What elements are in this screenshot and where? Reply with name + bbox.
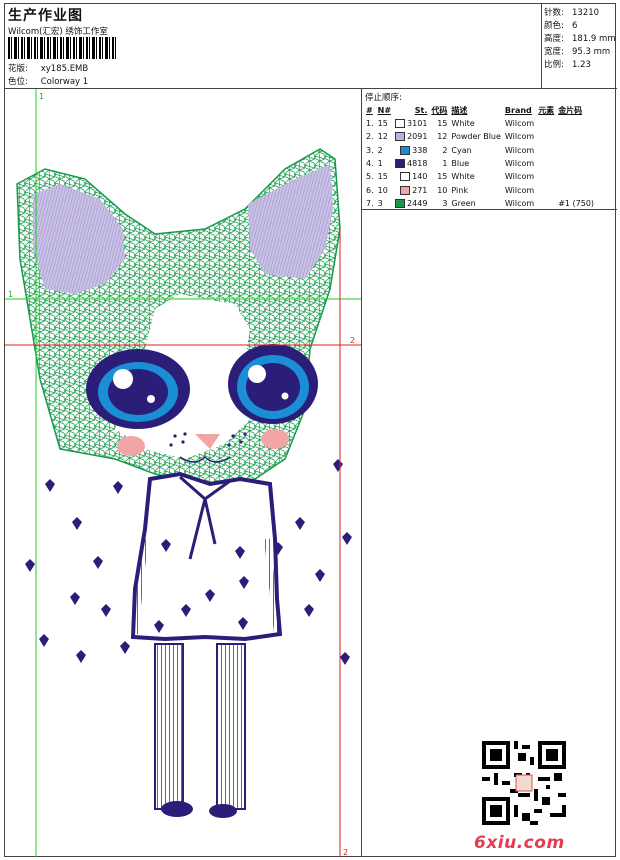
colorway-label: 色位: xyxy=(8,77,28,87)
row-index: 4. xyxy=(366,159,374,169)
row-index: 2. xyxy=(366,132,374,142)
left-leg xyxy=(154,643,184,810)
design-name: xy185.EMB xyxy=(40,64,89,74)
thread-brand: Wilcom xyxy=(504,172,535,182)
thread-brand: Wilcom xyxy=(504,119,535,129)
stat-width: 宽度: 95.3 mm xyxy=(544,47,611,57)
element xyxy=(536,117,556,130)
guide-label-top: 1 xyxy=(39,92,44,101)
table-row: 5. 15 140 15 White Wilcom xyxy=(364,170,596,183)
panel-divider xyxy=(362,209,617,210)
color-code: 15 xyxy=(437,172,448,182)
watermark-logo: 6xiu.com xyxy=(474,833,565,853)
left-eye xyxy=(86,349,190,429)
stat-height: 高度: 181.9 mm xyxy=(544,34,616,44)
color-swatch xyxy=(395,132,406,142)
color-swatch xyxy=(395,119,406,129)
color-swatch xyxy=(395,159,406,169)
guide-label-right: 2 xyxy=(350,336,355,345)
cat-girl-design: 1 1 2 2 xyxy=(5,89,361,857)
colorway-name: Colorway 1 xyxy=(40,77,89,87)
table-row: 1. 15 3101 15 White Wilcom xyxy=(364,117,596,130)
stitch-count: 2091 xyxy=(393,130,429,143)
row-index: 6. xyxy=(366,185,374,195)
table-row: 3. 2 338 2 Cyan Wilcom xyxy=(364,144,596,157)
left-cheek xyxy=(117,436,145,456)
color-swatch xyxy=(395,198,406,208)
embroidery-preview: 1 1 2 2 xyxy=(5,89,362,857)
table-row: 4. 1 4818 1 Blue Wilcom xyxy=(364,157,596,170)
color-code: 12 xyxy=(437,132,448,142)
sheet-title: 生产作业图 xyxy=(8,8,83,24)
row-index: 5. xyxy=(366,172,374,182)
sequin-code xyxy=(556,117,596,130)
guide-label-left: 1 xyxy=(8,290,13,299)
sequin-code xyxy=(556,144,596,157)
thread-brand: Wilcom xyxy=(504,145,535,155)
color-description: White xyxy=(451,119,475,129)
header-info: 生产作业图 Wilcom(汇宏) 绣饰工作室 花版: xy185.EMB 色位:… xyxy=(5,4,541,88)
needle-number: 1 xyxy=(377,159,383,169)
left-foot xyxy=(161,801,193,817)
needle-number: 10 xyxy=(377,185,388,195)
needle-number: 12 xyxy=(377,132,388,142)
production-sheet: 生产作业图 Wilcom(汇宏) 绣饰工作室 花版: xy185.EMB 色位:… xyxy=(4,3,617,857)
stat-scale: 比例: 1.23 xyxy=(544,60,591,70)
barcode xyxy=(8,37,118,59)
color-swatch xyxy=(400,145,411,155)
sequin-code xyxy=(556,183,596,196)
color-code: 1 xyxy=(442,159,448,169)
right-foot xyxy=(209,804,237,818)
element xyxy=(536,144,556,157)
sequin-code xyxy=(556,130,596,143)
color-description: Pink xyxy=(451,185,468,195)
color-description: White xyxy=(451,172,475,182)
color-code: 15 xyxy=(437,119,448,129)
stitch-count: 140 xyxy=(393,170,429,183)
row-index: 3. xyxy=(366,145,374,155)
element xyxy=(536,130,556,143)
right-eye xyxy=(228,344,318,424)
thread-brand: Wilcom xyxy=(504,159,535,169)
thread-brand: Wilcom xyxy=(504,185,535,195)
stop-sequence-title: 停止顺序: xyxy=(365,93,402,103)
colorway-row: 色位: Colorway 1 xyxy=(8,75,88,87)
color-code: 10 xyxy=(437,185,448,195)
color-description: Powder Blue xyxy=(451,132,501,142)
thread-brand: Wilcom xyxy=(504,132,535,142)
element xyxy=(536,183,556,196)
sequin-code xyxy=(556,170,596,183)
stitch-count: 338 xyxy=(393,144,429,157)
design-label: 花版: xyxy=(8,64,28,74)
stat-colors: 颜色: 6 xyxy=(544,21,578,31)
needle-number: 2 xyxy=(377,145,383,155)
stat-stitches: 针数: 13210 xyxy=(544,8,600,18)
element xyxy=(536,157,556,170)
table-row: 2. 12 2091 12 Powder Blue Wilcom xyxy=(364,130,596,143)
right-leg xyxy=(216,643,246,810)
table-header: # N# St. 代码 描述 Brand 元素 金片码 xyxy=(366,105,583,115)
qr-code xyxy=(482,741,566,825)
element xyxy=(536,170,556,183)
design-stats: 针数: 13210 颜色: 6 高度: 181.9 mm 宽度: 95.3 mm 比例:… xyxy=(541,4,617,88)
design-name-row: 花版: xy185.EMB xyxy=(8,62,88,74)
stop-sequence-panel: 停止顺序: # N# St. 代码 描述 Brand 元素 金片码 1. 15 31… xyxy=(362,89,617,857)
stitch-count: 271 xyxy=(393,183,429,196)
right-cheek xyxy=(261,429,289,449)
table-row: 6. 10 271 10 Pink Wilcom xyxy=(364,183,596,196)
color-swatch xyxy=(400,172,411,182)
stitch-count: 3101 xyxy=(393,117,429,130)
color-description: Cyan xyxy=(451,145,472,155)
row-index: 1. xyxy=(366,119,374,129)
guide-label-bottom: 2 xyxy=(343,848,348,857)
color-code: 2 xyxy=(442,145,448,155)
color-swatch xyxy=(400,185,411,195)
company-name: Wilcom(汇宏) 绣饰工作室 xyxy=(8,27,108,37)
color-description: Blue xyxy=(451,159,470,169)
needle-number: 15 xyxy=(377,172,388,182)
stop-sequence-table: # N# St. 代码 描述 Brand 元素 金片码 1. 15 3101 15 Wh… xyxy=(364,103,596,210)
stitch-count: 4818 xyxy=(393,157,429,170)
sequin-code xyxy=(556,157,596,170)
needle-number: 15 xyxy=(377,119,388,129)
